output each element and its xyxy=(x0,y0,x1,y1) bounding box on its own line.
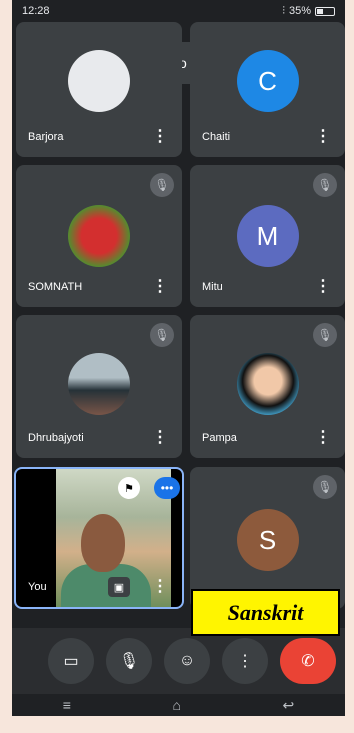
mic-off-icon: 🎙 xyxy=(150,173,174,197)
more-options-button[interactable]: ⋮ xyxy=(315,430,331,446)
self-view-tile[interactable]: ⚑ ••• You ▣ ⋮ xyxy=(14,467,184,609)
signal-icon: ⫶ xyxy=(282,4,285,17)
end-call-button[interactable]: ✆ xyxy=(280,638,336,684)
participant-tile[interactable]: 🎙 Dhrubajyoti ⋮ xyxy=(16,315,182,458)
participant-name: You xyxy=(28,581,47,593)
self-video-face xyxy=(81,514,125,572)
hang-up-icon: ✆ xyxy=(301,653,315,670)
mic-icon: 🎙 xyxy=(118,653,140,670)
avatar xyxy=(236,353,299,415)
participant-name: Dhrubajyoti xyxy=(28,432,84,444)
camera-icon: ▭ xyxy=(63,653,79,670)
battery-icon xyxy=(315,6,335,16)
self-more-button[interactable]: ••• xyxy=(154,477,180,499)
back-icon[interactable]: ↩ xyxy=(282,697,294,714)
status-time: 12:28 xyxy=(22,5,50,17)
participant-name: Barjora xyxy=(28,131,64,143)
participant-tile[interactable]: C Chaiti ⋮ xyxy=(190,22,345,157)
more-options-button[interactable]: ⋮ xyxy=(152,579,168,595)
participant-name: Mitu xyxy=(202,281,223,293)
more-options-button[interactable]: ⋮ xyxy=(315,279,331,295)
mic-off-icon: 🎙 xyxy=(150,323,174,347)
avatar xyxy=(68,50,130,112)
more-options-button[interactable]: ⋮ xyxy=(152,279,168,295)
effects-button[interactable]: ☺ xyxy=(164,638,210,684)
more-vert-icon: ⋮ xyxy=(237,653,253,670)
more-controls-button[interactable]: ⋮ xyxy=(222,638,268,684)
avatar xyxy=(68,353,130,415)
emoji-icon: ☺ xyxy=(178,652,196,669)
pin-icon[interactable]: ⚑ xyxy=(118,477,140,499)
avatar: C xyxy=(236,50,299,112)
mic-off-icon: 🎙 xyxy=(313,323,337,347)
mic-button[interactable]: 🎙 xyxy=(106,638,152,684)
battery-text: 35% xyxy=(288,5,311,17)
more-options-button[interactable]: ⋮ xyxy=(152,129,168,145)
participant-tile[interactable]: Barjora ⋮ xyxy=(16,22,182,157)
more-options-button[interactable]: ⋮ xyxy=(315,129,331,145)
participant-name: Chaiti xyxy=(202,131,231,143)
mic-off-icon: 🎙 xyxy=(313,475,337,499)
participant-tile[interactable]: 🎙 M Mitu ⋮ xyxy=(190,165,345,307)
participant-tile[interactable]: 🎙 Pampa ⋮ xyxy=(190,315,345,458)
participant-tile[interactable]: 🎙 SOMNATH ⋮ xyxy=(16,165,182,307)
status-bar: 12:28 ⫶ 35% xyxy=(12,0,345,22)
avatar: S xyxy=(236,509,299,571)
mic-off-icon: 🎙 xyxy=(313,173,337,197)
menu-icon[interactable]: ≡ xyxy=(63,697,71,713)
avatar xyxy=(68,205,130,267)
participant-name: Pampa xyxy=(202,432,237,444)
home-icon[interactable]: ⌂ xyxy=(172,697,180,713)
avatar: M xyxy=(236,205,299,267)
camera-button[interactable]: ▭ xyxy=(48,638,94,684)
call-controls: ▭ 🎙 ☺ ⋮ ✆ xyxy=(12,628,345,694)
participant-name: SOMNATH xyxy=(28,281,83,293)
frame-icon[interactable]: ▣ xyxy=(108,577,130,597)
system-nav-bar: ≡ ⌂ ↩ xyxy=(12,694,345,716)
more-options-button[interactable]: ⋮ xyxy=(152,430,168,446)
language-label: Sanskrit xyxy=(191,589,340,636)
participant-tile[interactable]: 🎙 S xyxy=(190,467,345,609)
